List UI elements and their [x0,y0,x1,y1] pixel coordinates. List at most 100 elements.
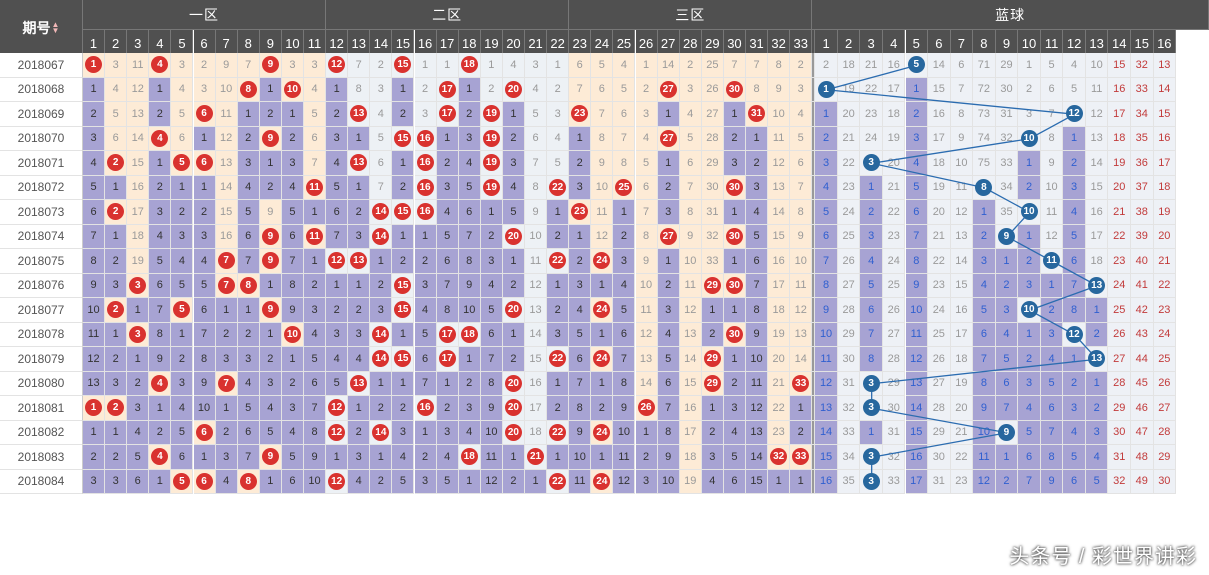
miss-count: 20 [772,352,785,365]
miss-count: 16 [684,401,697,414]
blue-cell: 12 [905,347,929,372]
red-cell: 1 [193,126,216,151]
miss-count: 9 [823,303,830,316]
red-cell: 6 [83,200,106,225]
miss-count: 16 [887,58,900,71]
red-cell: 6 [723,469,746,494]
red-cell: 14 [215,175,238,200]
red-cell: 32 [701,224,724,249]
miss-count: 35 [1000,205,1013,218]
red-cell: 2 [480,224,503,249]
miss-count: 4 [90,156,97,169]
red-cell: 2 [635,77,658,102]
miss-count: 5 [488,303,495,316]
miss-count: 23 [865,107,878,120]
miss-count: 7 [642,205,650,218]
blue-cell: 28 [1153,420,1177,445]
sort-icon[interactable]: ▲ ▼ [52,21,60,35]
miss-count: 21 [955,426,968,439]
miss-count: 9 [576,426,583,439]
miss-count: 3 [753,181,760,194]
miss-count: 5 [913,181,920,194]
blue-cell: 55 [905,53,929,78]
miss-count: 10 [910,303,923,316]
red-ball: 16 [416,399,434,417]
blue-cell: 22 [928,249,951,274]
period-cell: 2018079 [0,347,83,372]
miss-count: 11 [820,352,832,365]
red-cell: 33 [127,273,150,298]
red-cell: 2121 [525,445,548,470]
red-cell: 15 [525,347,548,372]
red-cell: 4 [392,445,415,470]
blue-cell: 33 [860,469,883,494]
miss-count: 5 [1093,475,1100,488]
miss-count: 17 [772,279,785,292]
miss-count: 26 [842,254,855,267]
blue-cell: 14 [1153,77,1177,102]
red-cell: 1414 [370,200,393,225]
red-cell: 1 [149,469,172,494]
miss-count: 1 [466,83,473,96]
miss-count: 6 [868,303,875,316]
blue-cell: 14 [950,249,974,274]
miss-count: 5 [1048,377,1055,390]
miss-count: 19 [772,328,785,341]
miss-count: 15 [932,83,945,96]
red-cell: 14 [127,126,150,151]
blue-cell: 1 [1085,298,1109,323]
red-cell: 1 [83,420,106,445]
miss-count: 7 [1003,401,1010,414]
red-cell: 2 [723,371,746,396]
miss-count: 11 [978,450,990,463]
miss-count: 14 [131,132,144,145]
red-cell: 12 [613,469,636,494]
blue-cell: 26 [1108,322,1131,347]
miss-count: 8 [311,426,318,439]
miss-count: 6 [687,156,694,169]
red-cell: 1 [502,445,525,470]
red-cell: 5 [326,371,349,396]
miss-count: 13 [794,328,807,341]
miss-count: 4 [823,181,830,194]
miss-count: 1 [1025,328,1033,341]
miss-count: 29 [1158,450,1171,463]
blue-cell: 2 [1018,249,1041,274]
miss-count: 7 [333,230,340,243]
period-header[interactable]: 期号 ▲ ▼ [0,0,83,57]
red-cell: 2 [370,469,393,494]
red-ball: 10 [283,80,301,98]
red-cell: 1 [591,445,614,470]
period-cell: 2018075 [0,249,83,274]
miss-count: 4 [532,83,539,96]
miss-count: 39 [1135,230,1148,243]
miss-count: 1 [1025,156,1033,169]
miss-count: 3 [466,132,473,145]
red-ball: 14 [372,203,390,221]
miss-count: 7 [90,230,97,243]
red-cell: 5 [657,347,680,372]
red-cell: 7 [237,53,260,78]
miss-count: 10 [308,475,321,488]
miss-count: 4 [620,58,627,71]
miss-count: 6 [112,132,119,145]
miss-count: 10 [220,83,233,96]
red-cell: 6 [591,77,614,102]
red-cell: 9 [304,445,327,470]
red-cell: 16 [215,224,238,249]
miss-count: 32 [1135,58,1148,71]
red-cell: 66 [193,151,216,176]
miss-count: 33 [1000,156,1013,169]
red-cell: 4 [436,200,459,225]
red-cell: 1515 [392,273,415,298]
red-cell: 4 [679,102,702,127]
miss-count: 4 [223,475,230,488]
red-cell: 9 [679,224,702,249]
miss-count: 10 [794,254,807,267]
red-cell: 3 [326,322,349,347]
red-cell: 5 [790,126,813,151]
miss-count: 4 [576,303,583,316]
miss-count: 6 [245,426,252,439]
blue-cell: 30 [837,347,861,372]
red-cell: 2424 [591,469,614,494]
